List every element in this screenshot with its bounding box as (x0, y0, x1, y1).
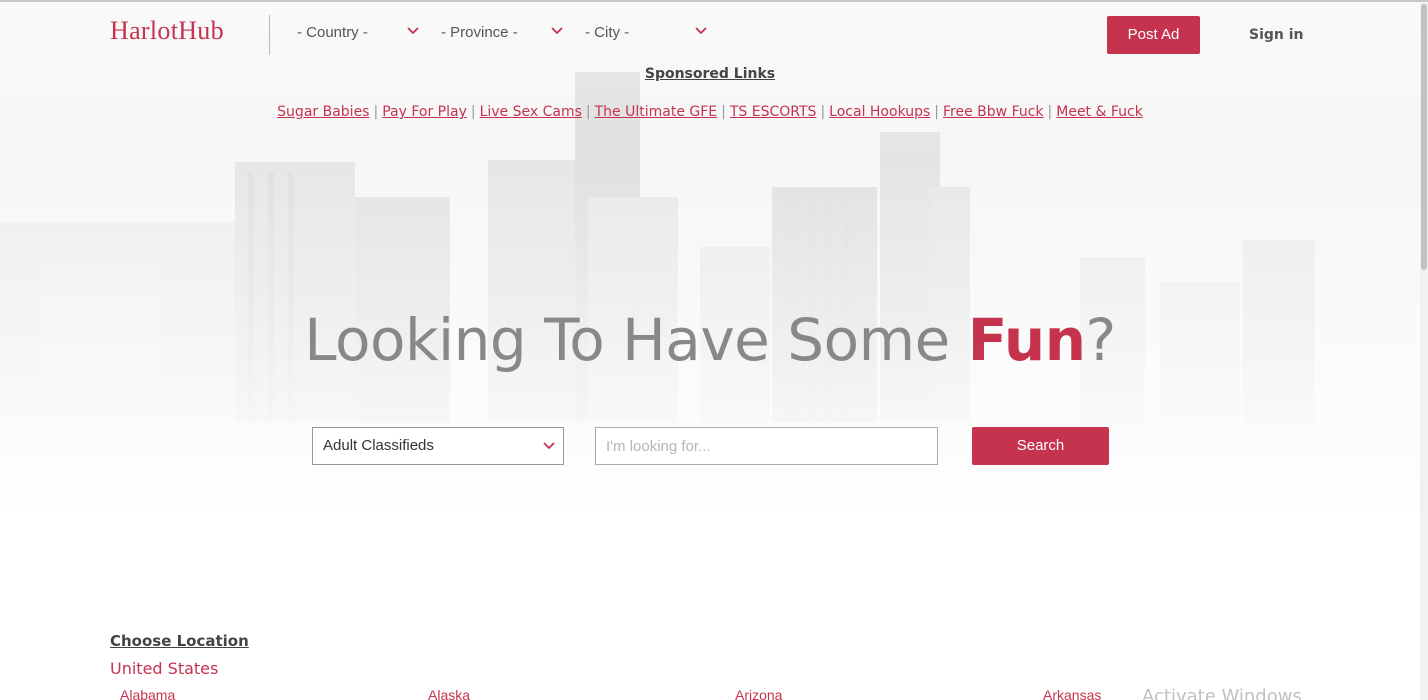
sponsored-link-pay-for-play[interactable]: Pay For Play (382, 104, 467, 120)
state-link-alaska[interactable]: Alaska (428, 687, 470, 700)
header-divider (269, 15, 270, 55)
link-separator: | (934, 104, 940, 120)
link-separator: | (585, 104, 591, 120)
search-input[interactable] (595, 427, 938, 465)
state-link-arizona[interactable]: Arizona (735, 687, 782, 700)
link-separator: | (373, 104, 379, 120)
site-header: HarlotHub - Country - - Province - - Cit… (0, 2, 1420, 66)
choose-location-heading[interactable]: Choose Location (110, 632, 249, 650)
logo[interactable]: HarlotHub (110, 16, 224, 46)
hero-title-lead: Looking To Have Some (304, 306, 968, 374)
chevron-down-icon (695, 27, 707, 35)
city-select-label: - City - (585, 24, 630, 41)
sponsored-link-ultimate-gfe[interactable]: The Ultimate GFE (595, 104, 718, 120)
vertical-scrollbar[interactable] (1420, 2, 1428, 700)
link-separator: | (470, 104, 476, 120)
sponsored-links-bar: Sugar Babies | Pay For Play | Live Sex Cams |… (0, 104, 1420, 120)
page: HarlotHub - Country - - Province - - Cit… (0, 0, 1428, 700)
link-separator: | (721, 104, 726, 120)
search-button[interactable]: Search (972, 427, 1109, 465)
chevron-down-icon (407, 27, 419, 35)
sponsored-link-sugar-babies[interactable]: Sugar Babies (277, 104, 369, 120)
activate-windows-watermark: Activate Windows (1142, 686, 1302, 700)
city-select[interactable]: - City - (585, 22, 709, 46)
sponsored-link-ts-escorts[interactable]: TS ESCORTS (730, 104, 817, 120)
hero-title: Looking To Have Some Fun? (0, 306, 1420, 374)
scrollbar-thumb[interactable] (1421, 4, 1427, 270)
sponsored-links-title: Sponsored Links (0, 66, 1420, 82)
hero-title-tail: ? (1085, 306, 1117, 374)
sponsored-links-title-text[interactable]: Sponsored Links (645, 66, 775, 82)
province-select-label: - Province - (441, 24, 518, 41)
link-separator: | (1047, 104, 1053, 120)
province-select[interactable]: - Province - (441, 22, 565, 46)
country-select[interactable]: - Country - (297, 22, 421, 46)
state-link-alabama[interactable]: Alabama (120, 687, 175, 700)
post-ad-button[interactable]: Post Ad (1107, 16, 1200, 54)
country-heading-united-states[interactable]: United States (110, 659, 218, 678)
category-select[interactable]: Adult Classifieds (312, 427, 564, 465)
link-separator: | (820, 104, 826, 120)
chevron-down-icon (543, 442, 555, 450)
category-select-value: Adult Classifieds (323, 437, 434, 454)
country-select-label: - Country - (297, 24, 368, 41)
sponsored-link-live-sex-cams[interactable]: Live Sex Cams (480, 104, 582, 120)
sign-in-link[interactable]: Sign in (1249, 27, 1304, 43)
sponsored-link-local-hookups[interactable]: Local Hookups (829, 104, 930, 120)
state-link-arkansas[interactable]: Arkansas (1043, 687, 1101, 700)
hero-title-accent: Fun (967, 306, 1086, 374)
sponsored-link-free-bbw[interactable]: Free Bbw Fuck (943, 104, 1044, 120)
chevron-down-icon (551, 27, 563, 35)
sponsored-link-meet-and[interactable]: Meet & Fuck (1056, 104, 1143, 120)
